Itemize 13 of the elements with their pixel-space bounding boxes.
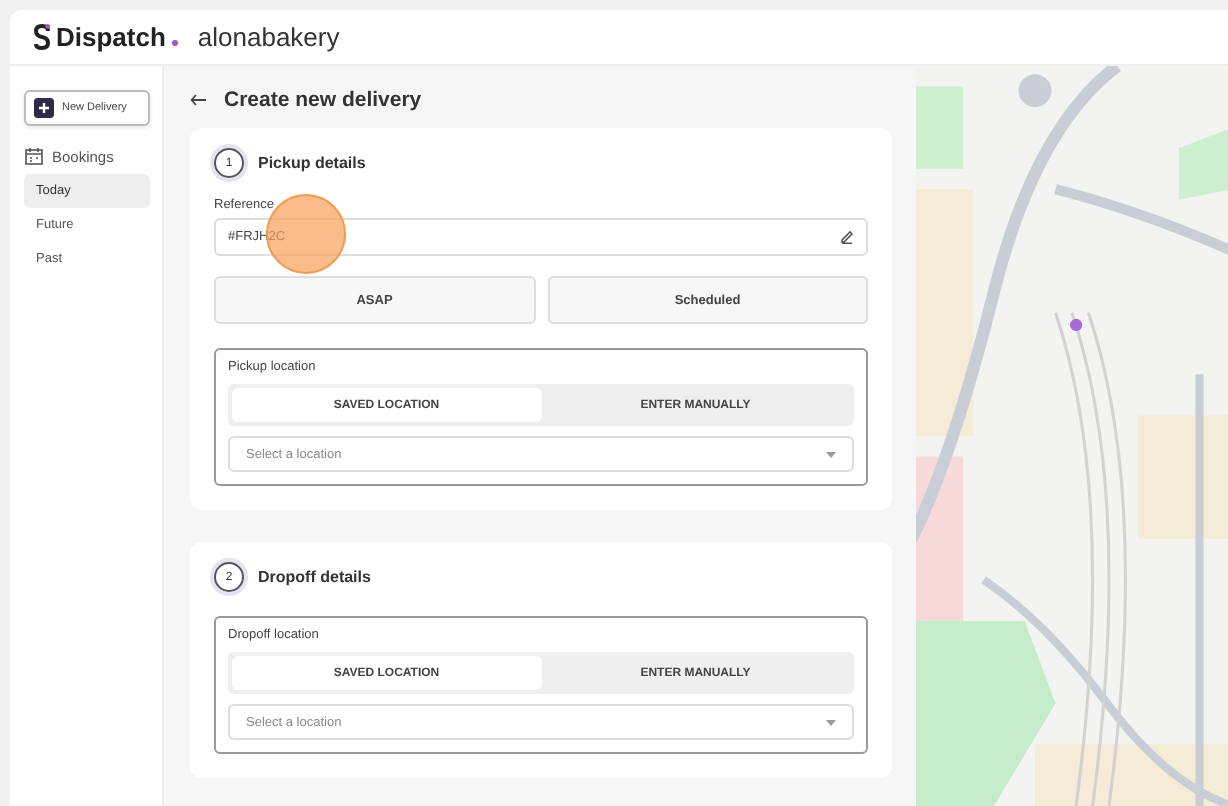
page-title: Create new delivery [224, 88, 422, 112]
pencil-icon [840, 230, 854, 244]
back-arrow-icon[interactable] [190, 94, 206, 106]
account-name: alonabakery [197, 22, 340, 52]
dropdown-caret-icon [826, 451, 836, 457]
section-title: Dropoff details [258, 568, 371, 586]
plus-icon [34, 98, 54, 118]
calendar-icon [24, 146, 44, 166]
section-title: Pickup details [258, 154, 366, 172]
dropdown-caret-icon [826, 719, 836, 725]
brand-name: Dispatch [56, 22, 166, 52]
logo-icon [34, 24, 50, 50]
brand-dot-icon [171, 40, 178, 46]
